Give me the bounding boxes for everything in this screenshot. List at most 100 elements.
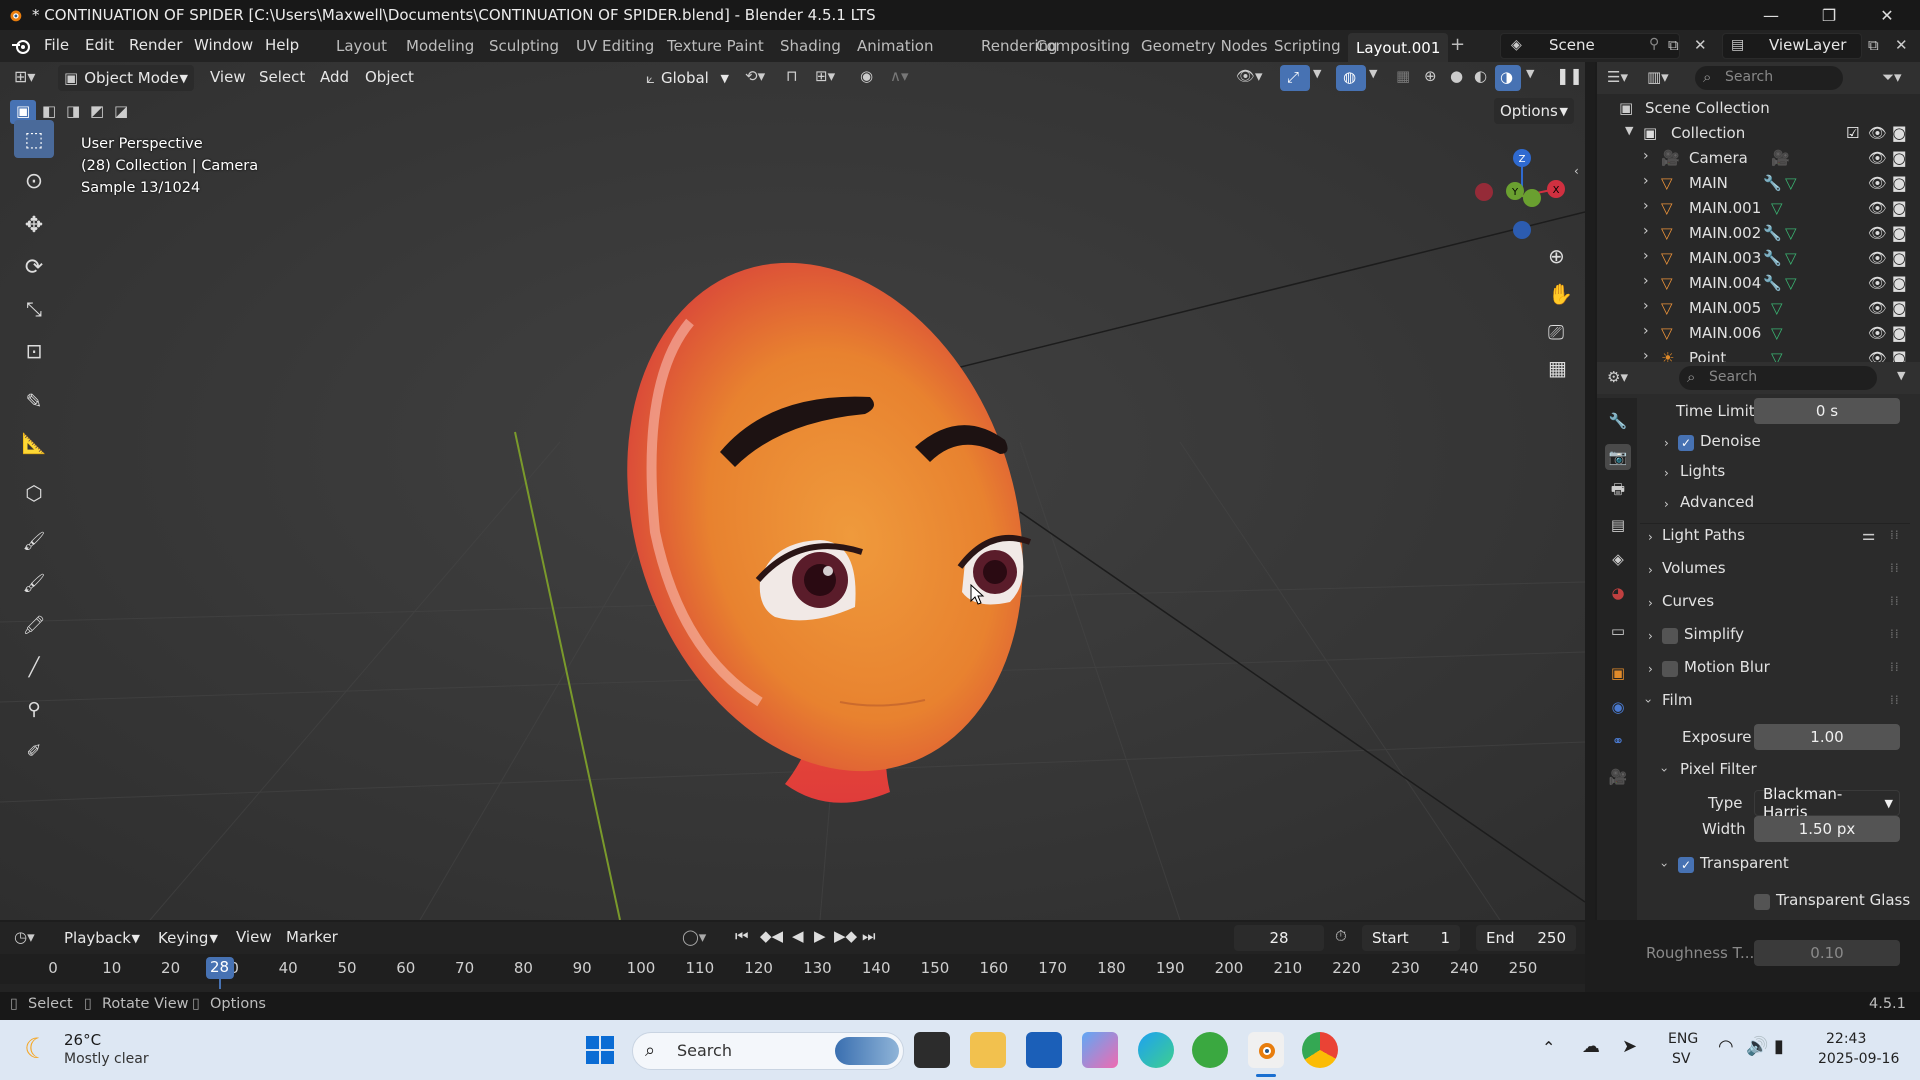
checkbox-icon[interactable]: ☑ xyxy=(1846,124,1859,142)
zoom-icon[interactable]: ⊕ xyxy=(1548,244,1565,268)
move-tool[interactable]: ✥ xyxy=(14,206,54,244)
send-icon[interactable]: ➤ xyxy=(1622,1036,1637,1057)
erase-tool[interactable]: ✐ xyxy=(14,732,54,770)
film-panel[interactable]: Film xyxy=(1662,691,1692,709)
outliner-item[interactable]: › ▽ MAIN.003 🔧 ▽ 👁 ◙ xyxy=(1597,246,1920,271)
tab-uv-editing[interactable]: UV Editing xyxy=(576,37,654,55)
presets-icon[interactable]: ⚌ xyxy=(1862,526,1875,544)
chevron-down-icon[interactable]: ▼ xyxy=(1313,67,1321,80)
eye-icon[interactable]: 👁 xyxy=(1868,274,1887,292)
motion-blur-checkbox[interactable] xyxy=(1662,661,1678,677)
select-extend-icon[interactable]: ◧ xyxy=(42,102,56,120)
overlays-toggle-button[interactable]: ◍ xyxy=(1336,65,1366,91)
camera-data-icon[interactable]: 🎥 xyxy=(1771,149,1790,167)
menu-window[interactable]: Window xyxy=(194,36,253,54)
drag-handle-icon[interactable]: ⁞⁞ xyxy=(1890,528,1900,542)
solid-shading-icon[interactable]: ● xyxy=(1450,67,1463,85)
mesh-data-icon[interactable]: ▽ xyxy=(1785,274,1797,292)
chevron-down-icon[interactable]: › xyxy=(1657,768,1671,773)
curves-panel[interactable]: Curves xyxy=(1662,592,1714,610)
chevron-right-icon[interactable]: › xyxy=(1643,248,1649,264)
playback-menu[interactable]: Playback ▼ xyxy=(58,925,146,951)
chevron-down-icon[interactable]: ▼ xyxy=(1526,67,1534,80)
material-shading-icon[interactable]: ◐ xyxy=(1474,67,1487,85)
menu-help[interactable]: Help xyxy=(265,36,299,54)
timeline-menu-marker[interactable]: Marker xyxy=(286,928,338,946)
modifier-wrench-icon[interactable]: 🔧 xyxy=(1763,249,1782,267)
chevron-right-icon[interactable]: › xyxy=(1648,629,1653,643)
view-layer-selector[interactable]: ▤ ViewLayer xyxy=(1722,33,1862,59)
eye-icon[interactable]: 👁 xyxy=(1868,224,1887,242)
tab-world[interactable]: ◕ xyxy=(1605,580,1631,606)
playhead-marker[interactable]: 28 xyxy=(206,957,234,979)
advanced-subpanel[interactable]: Advanced xyxy=(1680,493,1754,511)
camera-render-icon[interactable]: ◙ xyxy=(1892,249,1907,267)
tab-texture-paint[interactable]: Texture Paint xyxy=(667,37,764,55)
edge-browser-icon[interactable] xyxy=(1138,1032,1174,1068)
chevron-down-icon[interactable]: ▼ xyxy=(1625,124,1633,137)
cursor-tool[interactable]: ⊙ xyxy=(14,162,54,200)
select-intersect-icon[interactable]: ◪ xyxy=(114,102,128,120)
tab-layout[interactable]: Layout xyxy=(336,37,387,55)
chevron-right-icon[interactable]: › xyxy=(1648,662,1653,676)
motion-blur-panel[interactable]: Motion Blur xyxy=(1684,658,1770,676)
chevron-right-icon[interactable]: › xyxy=(1643,198,1649,214)
outliner-item[interactable]: › ▽ MAIN.005 ▽ 👁 ◙ xyxy=(1597,296,1920,321)
filter-width-field[interactable]: 1.50 px xyxy=(1754,816,1900,842)
add-cube-tool[interactable]: ⬡ xyxy=(14,474,54,512)
tab-modeling[interactable]: Modeling xyxy=(406,37,474,55)
eye-icon[interactable]: 👁 xyxy=(1868,299,1887,317)
xray-icon[interactable]: ▦ xyxy=(1396,67,1410,85)
new-scene-icon[interactable]: ⧉ xyxy=(1668,36,1679,54)
tab-constraints[interactable]: ⚭ xyxy=(1605,728,1631,754)
eye-icon[interactable]: 👁 xyxy=(1868,149,1887,167)
sample-tool[interactable]: ⚲ xyxy=(14,690,54,728)
navigation-gizmo[interactable]: Z Y X xyxy=(1470,140,1580,250)
mesh-data-icon[interactable]: ▽ xyxy=(1785,224,1797,242)
maximize-button[interactable]: ❐ xyxy=(1800,0,1858,30)
new-view-layer-icon[interactable]: ⧉ xyxy=(1868,36,1879,54)
wireframe-shading-icon[interactable]: ⊕ xyxy=(1424,67,1437,85)
tab-geometry-nodes[interactable]: Geometry Nodes xyxy=(1141,37,1268,55)
chevron-right-icon[interactable]: › xyxy=(1664,466,1669,480)
camera-render-icon[interactable]: ◙ xyxy=(1892,274,1907,292)
language-secondary[interactable]: SV xyxy=(1672,1051,1690,1067)
chevron-left-icon[interactable]: ‹ xyxy=(1574,164,1579,178)
file-explorer-icon[interactable] xyxy=(970,1032,1006,1068)
play-icon[interactable]: ▶ xyxy=(814,927,826,945)
chevron-down-icon[interactable]: ▼ xyxy=(1897,369,1905,382)
line-tool[interactable]: ╱ xyxy=(14,648,54,686)
tab-physics[interactable]: ◉ xyxy=(1605,694,1631,720)
chevron-right-icon[interactable]: › xyxy=(1648,596,1653,610)
minimize-button[interactable]: — xyxy=(1742,0,1800,30)
volumes-panel[interactable]: Volumes xyxy=(1662,559,1726,577)
3d-viewport[interactable]: ⊞▾ ▣ Object Mode ▼ View Select Add Objec… xyxy=(0,62,1585,920)
outliner-item[interactable]: › ▽ MAIN 🔧 ▽ 👁 ◙ xyxy=(1597,171,1920,196)
chevron-right-icon[interactable]: › xyxy=(1648,530,1653,544)
weather-icon[interactable]: ☾ xyxy=(24,1032,49,1065)
pixel-filter-subpanel[interactable]: Pixel Filter xyxy=(1680,760,1757,778)
prev-keyframe-icon[interactable]: ◆◀ xyxy=(760,927,783,945)
delete-view-layer-icon[interactable]: ✕ xyxy=(1895,36,1908,54)
viewport-menu-add[interactable]: Add xyxy=(320,68,349,86)
play-reverse-icon[interactable]: ◀ xyxy=(792,927,804,945)
tab-scene[interactable]: ◈ xyxy=(1605,546,1631,572)
rendered-shading-button[interactable]: ◑ xyxy=(1495,65,1521,91)
outliner-item[interactable]: › 🎥 Camera 🎥 👁 ◙ xyxy=(1597,146,1920,171)
eye-icon[interactable]: 👁 xyxy=(1868,174,1887,192)
lights-subpanel[interactable]: Lights xyxy=(1680,462,1725,480)
outliner-item[interactable]: › ▽ MAIN.004 🔧 ▽ 👁 ◙ xyxy=(1597,271,1920,296)
chevron-right-icon[interactable]: › xyxy=(1664,497,1669,511)
drag-handle-icon[interactable]: ⁞⁞ xyxy=(1890,594,1900,608)
start-button[interactable] xyxy=(582,1032,618,1068)
mesh-data-icon[interactable]: ▽ xyxy=(1771,199,1783,217)
taskbar-search-input[interactable]: ⌕ Search xyxy=(632,1032,904,1070)
chevron-right-icon[interactable]: › xyxy=(1643,298,1649,314)
next-keyframe-icon[interactable]: ▶◆ xyxy=(834,927,857,945)
visibility-icon[interactable]: 👁▾ xyxy=(1236,67,1263,85)
options-dropdown[interactable]: Options ▼ xyxy=(1494,98,1574,124)
menu-edit[interactable]: Edit xyxy=(85,36,114,54)
tab-animation[interactable]: Animation xyxy=(857,37,933,55)
clock-date[interactable]: 2025-09-16 xyxy=(1818,1051,1899,1067)
jump-start-icon[interactable]: ⏮ xyxy=(735,927,749,945)
